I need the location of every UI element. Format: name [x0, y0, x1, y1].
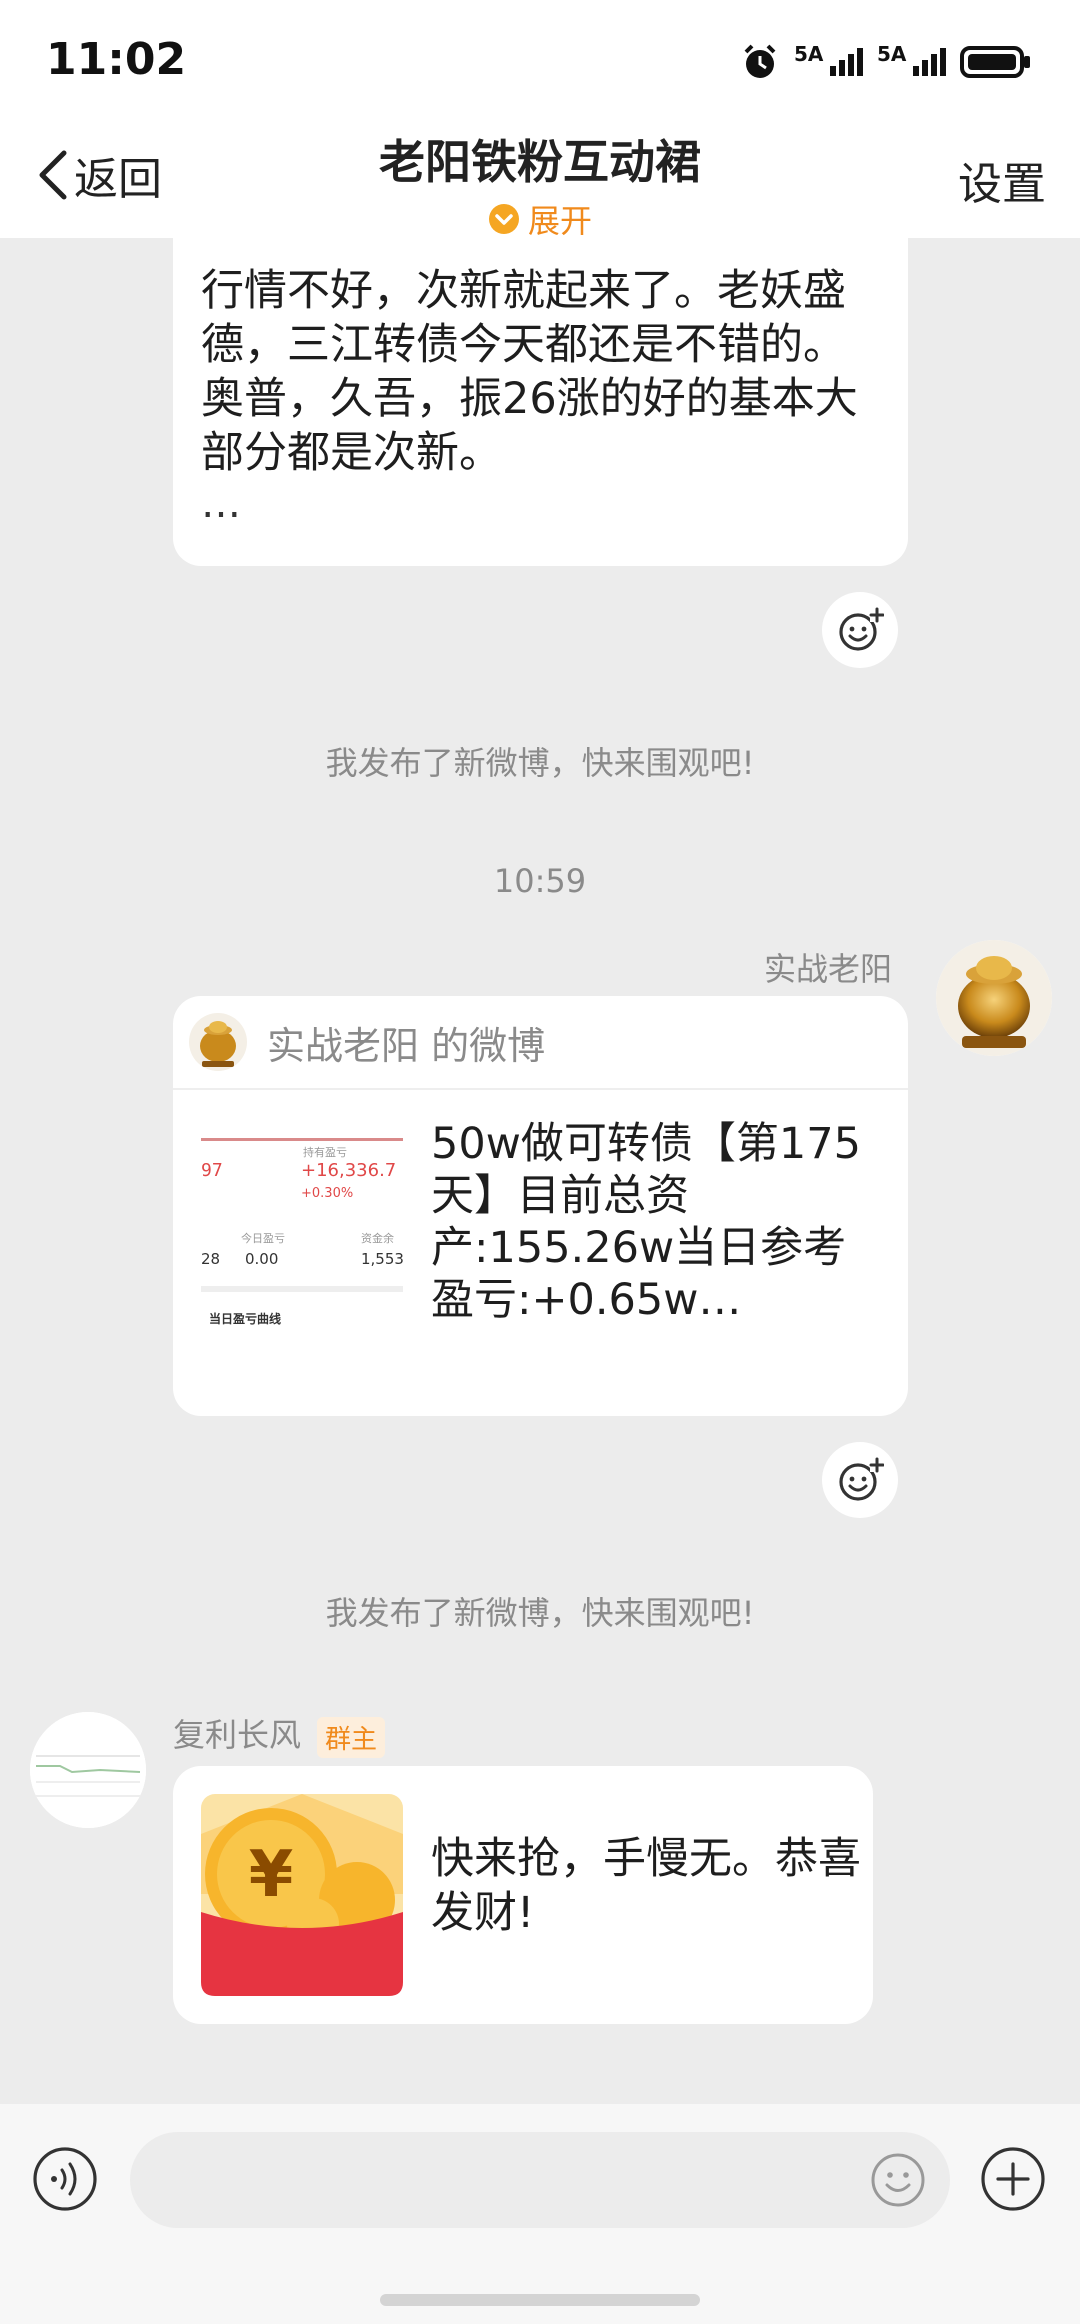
emoji-icon — [871, 2153, 925, 2207]
owner-badge: 群主 — [317, 1716, 386, 1758]
thumb-value: +16,336.7 — [301, 1160, 397, 1181]
voice-button[interactable] — [32, 2146, 98, 2212]
avatar — [189, 1013, 247, 1071]
emoji-add-icon — [839, 607, 884, 651]
expand-label: 展开 — [527, 202, 592, 240]
message-bubble-text[interactable]: 行情不好，次新就起来了。老妖盛德，三江转债今天都还是不错的。奥普，久吾，振26涨… — [173, 238, 908, 566]
svg-text:¥: ¥ — [249, 1838, 294, 1912]
card-header-label: 实战老阳 的微博 — [267, 1023, 546, 1068]
red-packet-message[interactable]: ¥ 快来抢，手慢无。恭喜发财! — [173, 1766, 873, 2024]
message-timestamp: 10:59 — [493, 862, 587, 900]
page-title: 老阳铁粉互动裙 — [379, 135, 701, 189]
chat-header: 返回 老阳铁粉互动裙 展开 设置 — [0, 120, 1080, 240]
emoji-add-icon — [839, 1457, 884, 1501]
sim-label: 5A — [794, 42, 824, 66]
add-attachment-button[interactable] — [980, 2146, 1046, 2212]
input-bar — [0, 2104, 1080, 2324]
title-block: 老阳铁粉互动裙 展开 — [0, 120, 1080, 242]
thumb-value: 28 — [201, 1250, 221, 1268]
message-text: 行情不好，次新就起来了。老妖盛德，三江转债今天都还是不错的。奥普，久吾，振26涨… — [201, 266, 858, 478]
thumb-value: 1,553 — [361, 1250, 403, 1268]
add-reaction-button[interactable] — [822, 1442, 898, 1518]
card-text: 50w做可转债【第175天】目前总资产:155.26w当日参考盈亏:+0.65w… — [431, 1119, 861, 1325]
emoji-button[interactable] — [870, 2152, 926, 2208]
thumb-value: 97 — [201, 1160, 223, 1181]
signal-icon: 5A — [877, 42, 946, 76]
voice-icon — [33, 2147, 97, 2211]
thumb-value: +0.30% — [301, 1186, 354, 1201]
red-packet-icon: ¥ — [201, 1794, 403, 1996]
sender-name: 实战老阳 — [763, 950, 892, 988]
red-packet-text: 快来抢，手慢无。恭喜发财! — [431, 1834, 861, 1938]
signal-icon: 5A — [794, 42, 863, 76]
chevron-down-badge-icon — [488, 204, 519, 234]
avatar[interactable] — [30, 1712, 146, 1828]
message-more: … — [201, 481, 241, 527]
settings-button[interactable]: 设置 — [958, 148, 1046, 212]
card-body: 持有盈亏 97 +16,336.7 +0.30% 今日盈亏 资金余 28 0.0… — [173, 1090, 908, 1416]
home-indicator[interactable] — [380, 2294, 700, 2306]
expand-button[interactable]: 展开 — [488, 196, 592, 242]
system-note: 我发布了新微博，快来围观吧! — [325, 1594, 755, 1632]
avatar[interactable] — [936, 940, 1052, 1056]
weibo-card[interactable]: 实战老阳 的微博 持有盈亏 97 +16,336.7 +0.30% 今日盈亏 资… — [173, 996, 908, 1416]
thumb-value: 0.00 — [245, 1250, 279, 1268]
thumb-footer: 当日盈亏曲线 — [209, 1312, 282, 1326]
alarm-icon — [744, 44, 776, 78]
card-header: 实战老阳 的微博 — [173, 996, 908, 1090]
avatar-image — [30, 1712, 146, 1828]
system-note: 我发布了新微博，快来围观吧! — [325, 744, 755, 782]
sender-row: 复利长风 群主 — [173, 1710, 386, 1758]
message-input[interactable] — [130, 2132, 950, 2228]
add-reaction-button[interactable] — [822, 592, 898, 668]
sender-name: 复利长风 — [173, 1716, 302, 1754]
status-time: 11:02 — [46, 34, 187, 85]
card-thumbnail: 持有盈亏 97 +16,336.7 +0.30% 今日盈亏 资金余 28 0.0… — [201, 1138, 403, 1340]
sim-label: 5A — [877, 42, 907, 66]
battery-icon — [960, 46, 1030, 78]
status-icons: 5A 5A — [740, 40, 1032, 84]
status-bar: 11:02 5A 5A — [0, 0, 1080, 120]
avatar-image — [936, 940, 1052, 1056]
plus-icon — [981, 2147, 1045, 2211]
